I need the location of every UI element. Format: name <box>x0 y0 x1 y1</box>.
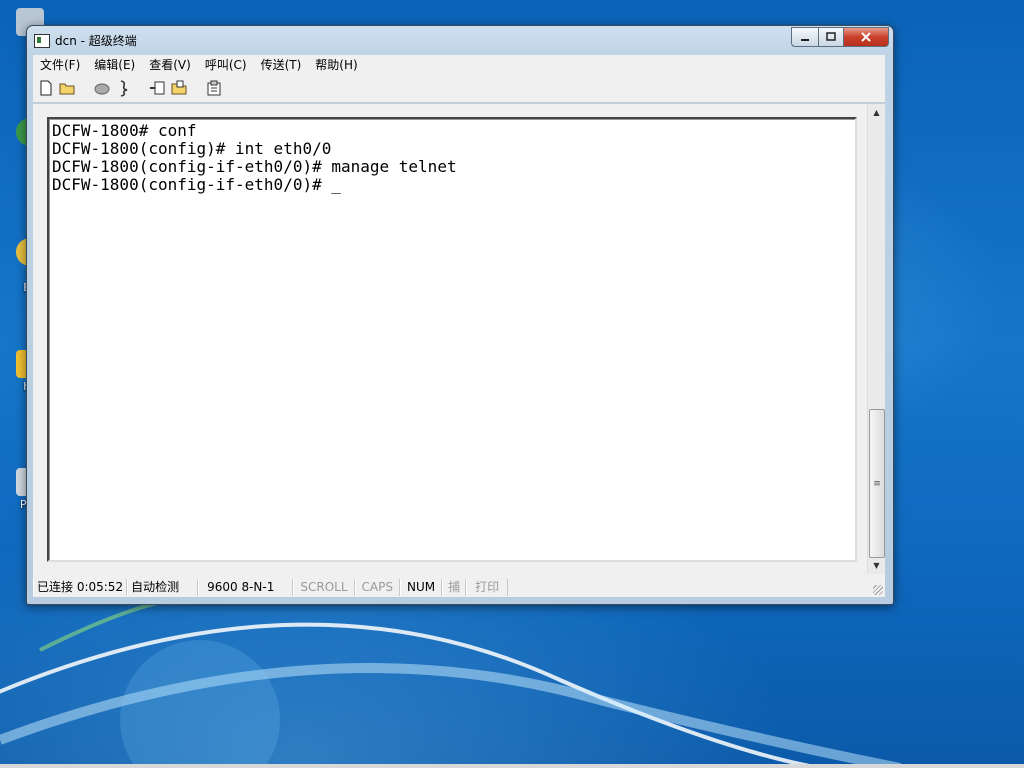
status-print: 打印 <box>466 578 509 596</box>
title-bar[interactable]: dcn - 超级终端 <box>27 26 893 54</box>
hyperterminal-window: dcn - 超级终端 文件(F) 编辑(E) 查看(V) 呼叫(C) 传送(T)… <box>26 25 894 605</box>
status-num: NUM <box>399 578 443 596</box>
menu-call[interactable]: 呼叫(C) <box>198 56 254 73</box>
status-detect: 自动检测 <box>127 578 199 596</box>
menu-transfer[interactable]: 传送(T) <box>254 56 309 73</box>
menu-bar: 文件(F) 编辑(E) 查看(V) 呼叫(C) 传送(T) 帮助(H) <box>33 55 885 75</box>
status-caps: CAPS <box>354 578 400 596</box>
caption-buttons <box>791 27 889 47</box>
dial-icon <box>94 83 110 95</box>
open-folder-icon <box>59 83 75 95</box>
properties-icon <box>207 80 221 96</box>
status-port: 9600 8-N-1 <box>198 578 294 596</box>
call-button[interactable] <box>93 79 111 97</box>
terminal-line: DCFW-1800# conf <box>52 121 197 140</box>
scroll-down-icon[interactable]: ▼ <box>868 557 885 574</box>
terminal-line: DCFW-1800(config-if-eth0/0)# manage teln… <box>52 157 457 176</box>
terminal-output: DCFW-1800# conf DCFW-1800(config)# int e… <box>52 122 457 194</box>
app-icon[interactable] <box>34 34 50 48</box>
maximize-icon <box>826 32 836 41</box>
receive-icon <box>171 80 187 95</box>
resize-grip[interactable] <box>873 585 883 595</box>
maximize-button[interactable] <box>819 27 844 47</box>
menu-file[interactable]: 文件(F) <box>33 56 87 73</box>
vertical-scrollbar[interactable]: ▲ ≡ ▼ <box>867 104 885 574</box>
scroll-thumb[interactable]: ≡ <box>869 409 885 558</box>
taskbar-edge <box>0 764 1024 768</box>
terminal-screen[interactable]: DCFW-1800# conf DCFW-1800(config)# int e… <box>47 117 857 562</box>
close-button[interactable] <box>844 27 889 47</box>
new-file-icon <box>40 80 52 96</box>
window-title: dcn - 超级终端 <box>55 34 137 48</box>
terminal-area: DCFW-1800# conf DCFW-1800(config)# int e… <box>33 104 885 582</box>
send-button[interactable] <box>149 79 167 97</box>
status-bar: 已连接 0:05:52 自动检测 9600 8-N-1 SCROLL CAPS … <box>33 577 885 597</box>
open-button[interactable] <box>59 79 77 97</box>
minimize-icon <box>801 39 809 41</box>
status-scroll: SCROLL <box>293 578 355 596</box>
terminal-line: DCFW-1800(config-if-eth0/0)# _ <box>52 175 341 194</box>
menu-help[interactable]: 帮助(H) <box>308 56 364 73</box>
disconnect-icon <box>120 80 128 97</box>
new-button[interactable] <box>37 79 55 97</box>
terminal-line: DCFW-1800(config)# int eth0/0 <box>52 139 332 158</box>
toolbar <box>33 74 885 103</box>
disconnect-button[interactable] <box>115 79 133 97</box>
scroll-up-icon[interactable]: ▲ <box>868 104 885 121</box>
send-icon <box>150 81 165 95</box>
menu-edit[interactable]: 编辑(E) <box>87 56 142 73</box>
minimize-button[interactable] <box>791 27 819 47</box>
menu-view[interactable]: 查看(V) <box>142 56 198 73</box>
status-capture: 捕 <box>442 578 467 596</box>
status-connection: 已连接 0:05:52 <box>33 578 128 596</box>
properties-button[interactable] <box>205 79 223 97</box>
close-icon <box>861 32 871 42</box>
receive-button[interactable] <box>171 79 189 97</box>
